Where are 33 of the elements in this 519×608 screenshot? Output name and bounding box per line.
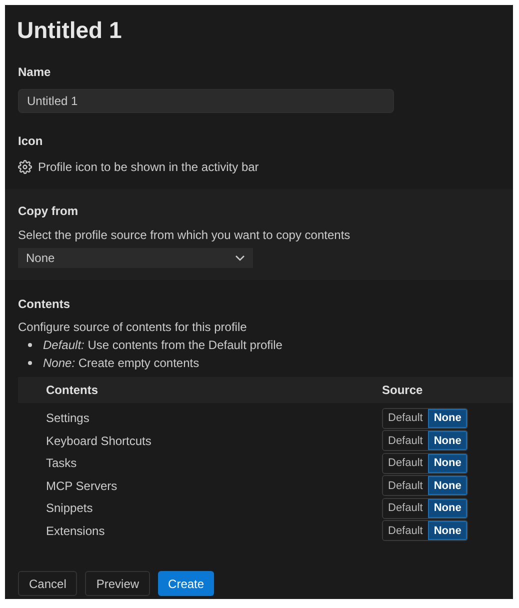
bullet-text: Default: Use contents from the Default profile <box>43 337 282 354</box>
copy-from-description: Select the profile source from which you want to copy contents <box>18 227 352 244</box>
contents-label: Contents <box>18 296 71 313</box>
table-cell-text: Extensions <box>45 522 106 540</box>
bullet-icon <box>28 343 32 347</box>
source-option[interactable]: None <box>428 454 468 473</box>
table-cell-text: Keyboard Shortcuts <box>45 432 152 450</box>
icon-label: Icon <box>18 133 44 150</box>
secondary-button[interactable]: Preview <box>85 571 150 596</box>
name-label: Name <box>18 64 52 81</box>
source-option[interactable]: None <box>428 498 468 518</box>
table-cell-text: Tasks <box>45 455 78 472</box>
table-cell-text: Snippets <box>45 500 94 518</box>
icon-description: Profile icon to be shown in the activity bar <box>38 159 259 176</box>
copy-from-dropdown[interactable]: None <box>18 248 253 268</box>
name-field[interactable]: Untitled 1 <box>18 89 394 113</box>
chevron-down-icon <box>235 255 245 261</box>
column-header: Contents <box>45 382 99 399</box>
table-cell-text: MCP Servers <box>45 478 118 495</box>
page-title: Untitled 1 <box>17 16 123 45</box>
source-option[interactable]: None <box>428 408 468 428</box>
source-option[interactable]: None <box>428 521 468 540</box>
secondary-button[interactable]: Cancel <box>18 571 78 596</box>
create-button[interactable]: Create <box>158 571 214 596</box>
bullet-icon <box>28 361 32 365</box>
settings-icon[interactable] <box>18 160 32 174</box>
column-header: Source <box>382 382 423 399</box>
bullet-text: None: Create empty contents <box>43 355 200 372</box>
contents-description: Configure source of contents for this profile <box>18 319 248 336</box>
copy-from-label: Copy from <box>18 203 79 220</box>
table-cell-text: Settings <box>45 410 90 428</box>
source-option[interactable]: None <box>428 476 468 496</box>
source-option[interactable]: None <box>428 431 468 450</box>
